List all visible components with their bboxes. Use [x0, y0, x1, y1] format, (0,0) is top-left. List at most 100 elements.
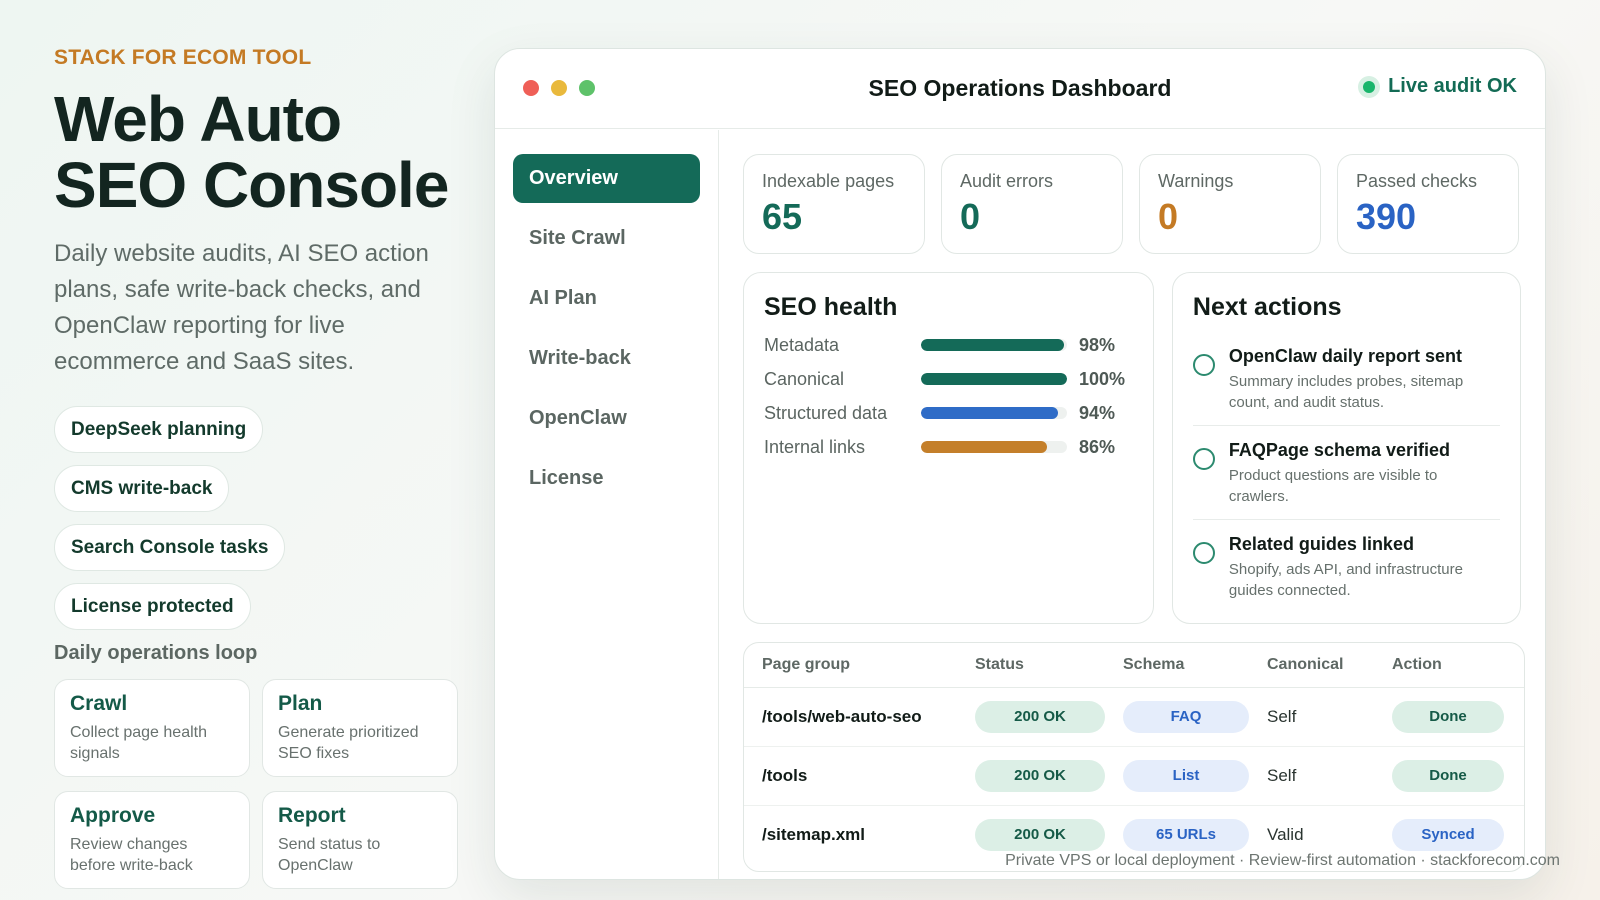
window-titlebar: SEO Operations Dashboard Live audit OK: [495, 49, 1545, 129]
cell-canonical: Self: [1249, 746, 1374, 806]
health-bar-track: [921, 441, 1067, 453]
action-title: Related guides linked: [1228, 534, 1414, 554]
stat-card-audit-errors: Audit errors 0: [941, 154, 1123, 254]
stat-card-warnings: Warnings 0: [1139, 154, 1321, 254]
stats-row: Indexable pages 65 Audit errors 0 Warnin…: [743, 154, 1521, 254]
sidebar-item-ai-plan[interactable]: AI Plan: [513, 274, 700, 323]
schema-badge: 65 URLs: [1123, 818, 1249, 851]
chip-cms-write-back: CMS write-back: [54, 465, 230, 512]
health-percent: 98%: [1079, 334, 1116, 355]
loop-card-crawl: Crawl Collect page health signals: [54, 679, 250, 777]
chip-deepseek-planning: DeepSeek planning: [54, 406, 264, 453]
health-percent: 100%: [1079, 368, 1126, 389]
health-label: Internal links: [764, 436, 866, 457]
column-header-schema: Schema: [1105, 643, 1249, 688]
health-row-structured-data: Structured data 94%: [764, 396, 1133, 430]
action-item[interactable]: Related guides linked Shopify, ads API, …: [1192, 520, 1500, 613]
live-status-badge: Live audit OK: [1358, 75, 1517, 98]
health-label: Structured data: [764, 402, 888, 423]
sidebar: Overview Site Crawl AI Plan Write-back O…: [495, 130, 719, 879]
stat-value: 0: [1158, 196, 1179, 237]
action-synced-button[interactable]: Synced: [1392, 818, 1504, 851]
panel-title: Next actions: [1192, 293, 1342, 321]
loop-card-report: Report Send status to OpenClaw: [262, 791, 458, 889]
cell-page: /tools: [744, 746, 957, 806]
table-row[interactable]: /tools 200 OK List Self Done: [744, 746, 1524, 806]
status-badge: 200 OK: [975, 759, 1105, 792]
cell-canonical: Self: [1249, 687, 1374, 747]
stat-value: 390: [1356, 196, 1417, 237]
action-item[interactable]: OpenClaw daily report sent Summary inclu…: [1192, 332, 1500, 426]
health-percent: 86%: [1079, 436, 1116, 457]
main-content: Indexable pages 65 Audit errors 0 Warnin…: [719, 130, 1545, 879]
loop-card-approve: Approve Review changes before write-back: [54, 791, 250, 889]
cell-page: /tools/web-auto-seo: [744, 687, 957, 747]
loop-grid: Crawl Collect page health signals Plan G…: [54, 679, 464, 889]
feature-chips: DeepSeek planning CMS write-back Search …: [54, 406, 464, 630]
column-header-status: Status: [957, 643, 1105, 688]
loop-card-desc: Collect page health signals: [70, 724, 207, 762]
loop-card-desc: Send status to OpenClaw: [278, 836, 381, 874]
loop-card-title: Plan: [278, 692, 323, 715]
panel-title: SEO health: [764, 293, 898, 321]
chip-license-protected: License protected: [54, 583, 251, 630]
stat-card-indexable-pages: Indexable pages 65: [743, 154, 925, 254]
action-done-button[interactable]: Done: [1392, 759, 1504, 792]
column-header-action: Action: [1374, 643, 1524, 688]
stat-value: 65: [762, 196, 803, 237]
health-row-metadata: Metadata 98%: [764, 328, 1133, 362]
action-desc: Shopify, ads API, and infrastructure gui…: [1228, 561, 1463, 599]
cell-page: /sitemap.xml: [762, 824, 865, 844]
live-status-label: Live audit OK: [1388, 75, 1517, 97]
hero-title-line1: Web Auto: [54, 83, 342, 155]
sidebar-item-license[interactable]: License: [513, 454, 700, 503]
health-bar-fill: [921, 407, 1059, 419]
hero-title: Web Auto SEO Console: [54, 86, 464, 218]
action-title: OpenClaw daily report sent: [1228, 346, 1462, 366]
stat-label: Warnings: [1158, 171, 1234, 191]
status-badge: 200 OK: [975, 818, 1105, 851]
health-bar-track: [921, 339, 1067, 351]
schema-badge: FAQ: [1123, 700, 1249, 733]
health-bar-track: [921, 373, 1067, 385]
loop-card-title: Approve: [70, 804, 156, 827]
seo-health-panel: SEO health Metadata 98% Canonical 100% S…: [743, 272, 1154, 624]
circle-check-icon[interactable]: [1192, 354, 1215, 376]
stat-value: 0: [960, 196, 981, 237]
table-header-row: Page group Status Schema Canonical Actio…: [744, 643, 1524, 688]
hero-description: Daily website audits, AI SEO action plan…: [54, 240, 429, 375]
loop-card-desc: Generate prioritized SEO fixes: [278, 724, 419, 762]
action-desc: Summary includes probes, sitemap count, …: [1228, 373, 1464, 411]
health-row-canonical: Canonical 100%: [764, 362, 1133, 396]
sidebar-item-openclaw[interactable]: OpenClaw: [513, 394, 700, 443]
column-header-page-group: Page group: [744, 643, 957, 688]
sidebar-item-write-back[interactable]: Write-back: [513, 334, 700, 383]
loop-card-desc: Review changes before write-back: [70, 836, 193, 874]
column-header-canonical: Canonical: [1249, 643, 1374, 688]
health-bar-fill: [921, 373, 1067, 385]
sidebar-item-site-crawl[interactable]: Site Crawl: [513, 214, 700, 263]
loop-card-title: Report: [278, 804, 346, 827]
status-dot-icon: [1358, 75, 1381, 98]
dashboard-window: SEO Operations Dashboard Live audit OK O…: [494, 48, 1546, 880]
health-percent: 94%: [1079, 402, 1116, 423]
page-group-table: Page group Status Schema Canonical Actio…: [743, 642, 1525, 872]
action-title: FAQPage schema verified: [1228, 440, 1451, 460]
chip-search-console-tasks: Search Console tasks: [54, 524, 286, 571]
hero-section: STACK FOR ECOM TOOL Web Auto SEO Console…: [54, 46, 464, 889]
health-row-internal-links: Internal links 86%: [764, 430, 1133, 464]
health-bar-fill: [921, 339, 1065, 351]
circle-check-icon[interactable]: [1192, 448, 1215, 470]
action-item[interactable]: FAQPage schema verified Product question…: [1192, 426, 1500, 520]
health-bar-fill: [921, 441, 1047, 453]
action-done-button[interactable]: Done: [1392, 700, 1504, 733]
table-row[interactable]: /tools/web-auto-seo 200 OK FAQ Self Done: [744, 687, 1524, 747]
action-desc: Product questions are visible to crawler…: [1228, 467, 1438, 505]
health-label: Metadata: [764, 334, 840, 355]
circle-check-icon[interactable]: [1192, 542, 1215, 564]
sidebar-item-overview[interactable]: Overview: [513, 154, 700, 203]
stat-label: Passed checks: [1356, 171, 1478, 191]
health-label: Canonical: [764, 368, 845, 389]
next-actions-panel: Next actions OpenClaw daily report sent …: [1171, 272, 1521, 624]
status-badge: 200 OK: [975, 700, 1105, 733]
